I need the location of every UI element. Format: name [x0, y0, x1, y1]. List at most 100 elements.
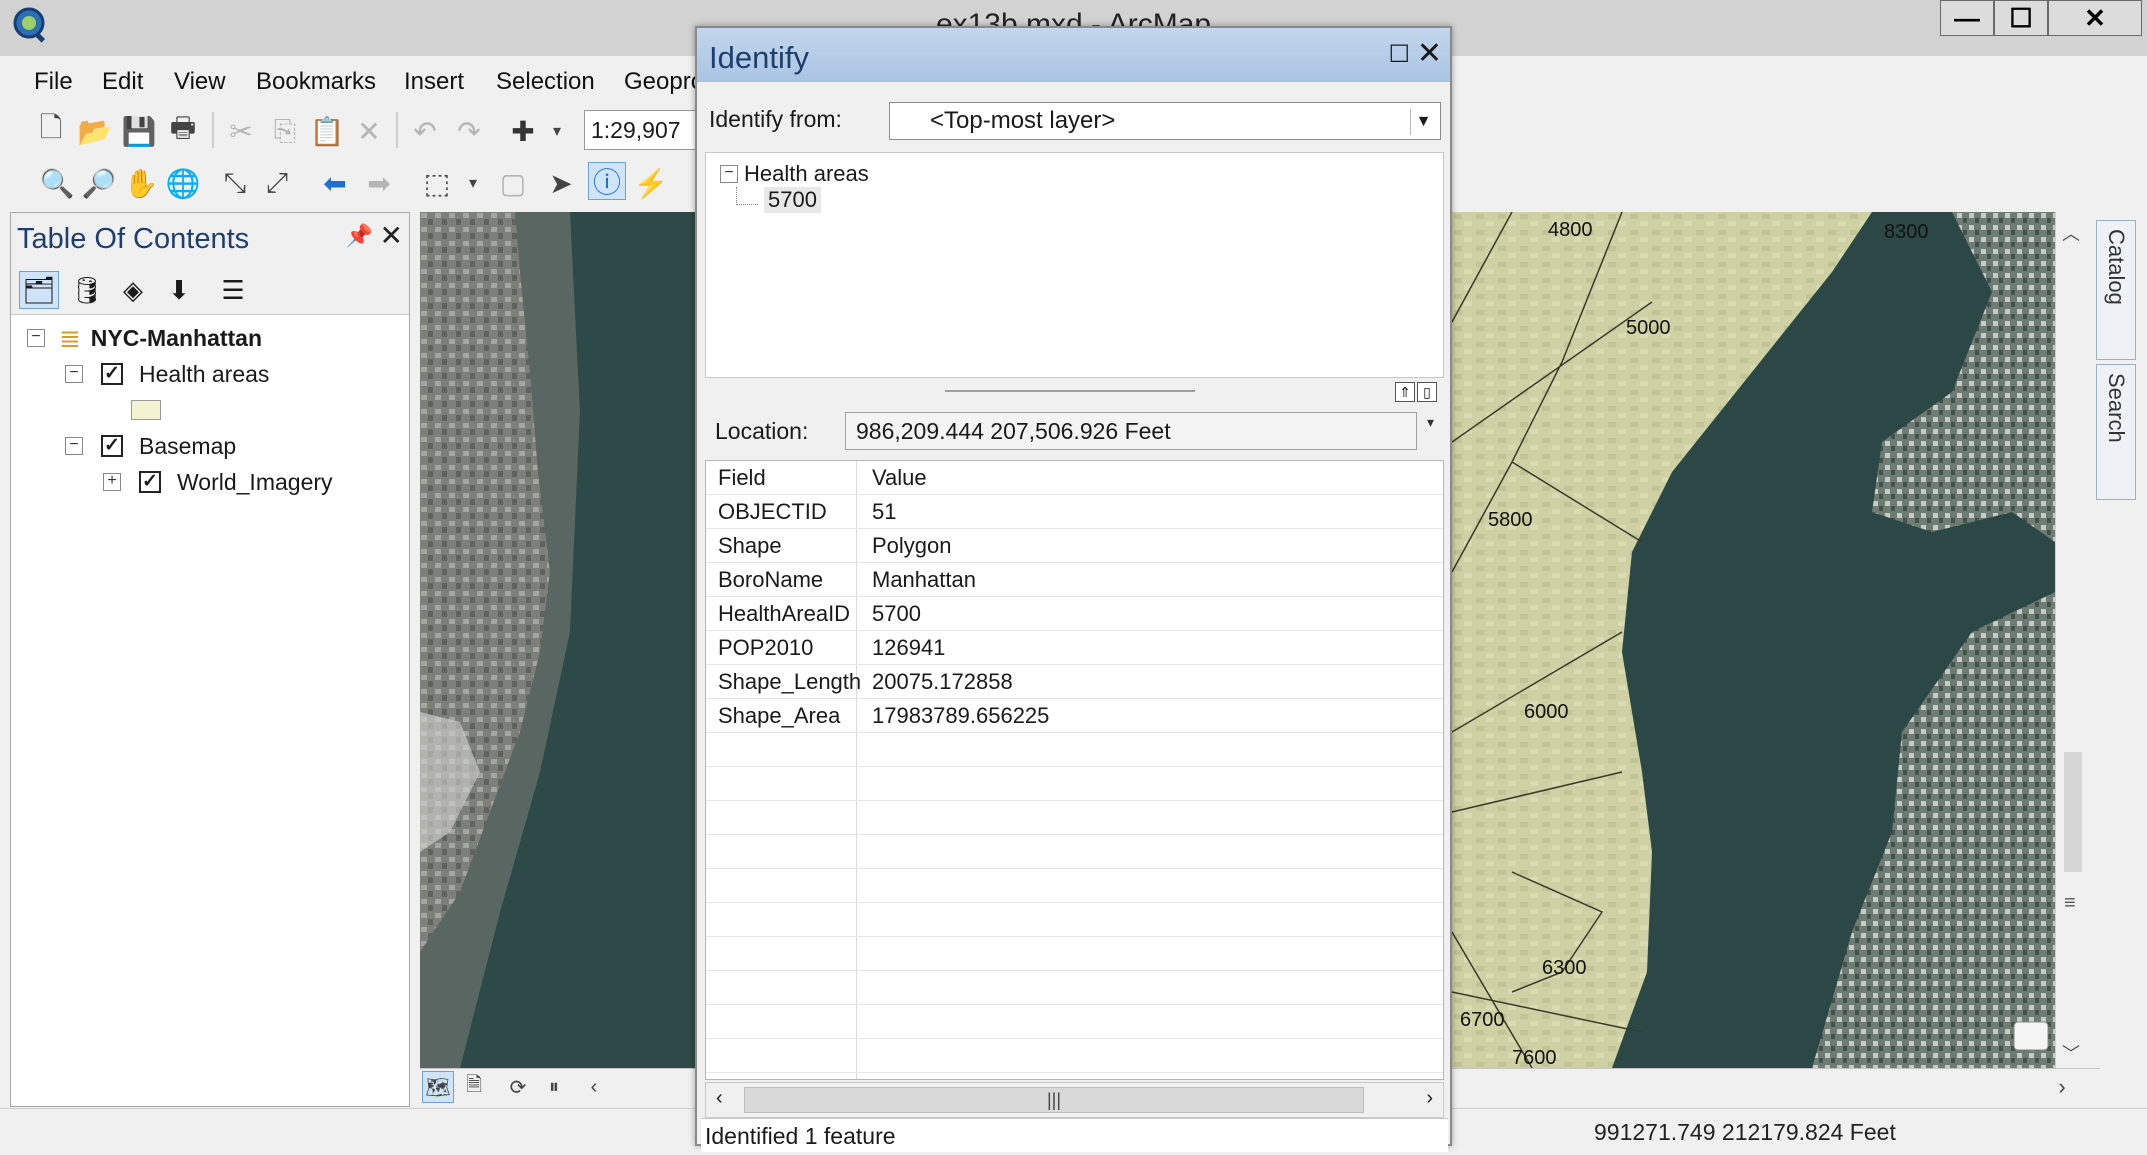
map-vertical-scrollbar[interactable]: ︿ ≡ ﹀ — [2055, 212, 2089, 1068]
close-icon[interactable]: ✕ — [380, 219, 403, 252]
pin-icon[interactable]: 📌 — [346, 223, 373, 249]
tree-row-layer[interactable]: − Health areas — [720, 161, 869, 187]
map-view-left[interactable] — [420, 212, 696, 1068]
cursor-coordinates: 991271.749 212179.824 Feet — [1594, 1119, 1896, 1145]
back-extent-icon[interactable]: ⬅ — [316, 164, 354, 202]
print-icon[interactable]: 🖶 — [164, 112, 202, 150]
identify-tool-icon[interactable]: ⓘ — [588, 162, 626, 200]
select-elements-arrow-icon[interactable]: ➤ — [542, 164, 580, 202]
collapse-icon[interactable]: − — [65, 437, 83, 455]
tree-row-dataframe[interactable]: − ≣ NYC-Manhattan — [27, 321, 262, 355]
identify-titlebar[interactable]: Identify ☐ ✕ — [697, 28, 1450, 82]
table-row[interactable]: HealthAreaID 5700 — [706, 597, 1443, 631]
header-value[interactable]: Value — [872, 465, 927, 491]
fixed-zoom-in-icon[interactable]: ⤡ — [216, 164, 254, 202]
paste-icon[interactable]: 📋 — [308, 112, 346, 150]
header-field[interactable]: Field — [718, 465, 766, 491]
pause-drawing-icon[interactable]: ⏸ — [538, 1071, 570, 1103]
table-row[interactable]: Shape Polygon — [706, 529, 1443, 563]
scroll-right-icon[interactable]: › — [1426, 1087, 1433, 1110]
list-by-selection-icon[interactable]: ⬇ — [159, 271, 199, 309]
map-scale-input[interactable]: 1:29,907 — [584, 110, 704, 150]
table-row[interactable]: Shape_Area 17983789.656225 — [706, 699, 1443, 733]
menu-geoprocessing[interactable]: Geopro — [624, 68, 704, 96]
delete-icon[interactable]: ✕ — [350, 112, 388, 150]
pane-splitter[interactable]: ⇑ ▯ — [705, 380, 1444, 404]
collapse-icon[interactable]: − — [27, 329, 45, 347]
layer-visibility-checkbox[interactable]: ✓ — [101, 363, 123, 385]
new-document-icon[interactable]: 🗋 — [32, 112, 70, 150]
refresh-icon[interactable]: ⟳ — [502, 1071, 534, 1103]
scroll-down-icon[interactable]: ﹀ — [2062, 1040, 2080, 1066]
table-row[interactable]: OBJECTID 51 — [706, 495, 1443, 529]
maximize-button[interactable]: ☐ — [1994, 0, 2048, 36]
redo-icon[interactable]: ↷ — [450, 112, 488, 150]
scroll-up-icon[interactable]: ︿ — [2062, 220, 2080, 246]
hyperlink-icon[interactable]: ⚡ — [632, 164, 670, 202]
cut-icon[interactable]: ✂ — [222, 112, 260, 150]
undo-icon[interactable]: ↶ — [406, 112, 444, 150]
expand-icon[interactable]: + — [103, 473, 121, 491]
identify-from-dropdown[interactable]: <Top-most layer> ▼ — [889, 102, 1441, 140]
search-tab[interactable]: Search — [2096, 364, 2136, 500]
forward-extent-icon[interactable]: ➡ — [360, 164, 398, 202]
collapse-icon[interactable]: − — [65, 365, 83, 383]
minimize-button[interactable]: — — [1940, 0, 1994, 36]
menu-bookmarks[interactable]: Bookmarks — [256, 68, 376, 96]
collapse-up-icon[interactable]: ⇑ — [1395, 382, 1415, 402]
table-row[interactable]: BoroName Manhattan — [706, 563, 1443, 597]
chevron-down-icon[interactable]: ▼ — [1410, 109, 1436, 135]
field-name: HealthAreaID — [718, 601, 851, 626]
map-view-right[interactable]: 4800 8300 5000 5800 6000 6300 6700 7600 — [1452, 212, 2055, 1068]
toc-options-icon[interactable]: ☰ — [213, 271, 253, 309]
tree-row-health-areas[interactable]: − ✓ Health areas — [65, 357, 269, 391]
layer-symbol-swatch[interactable] — [131, 400, 161, 420]
copy-icon[interactable]: ⎘ — [266, 112, 304, 150]
split-toggle-icon[interactable]: ▯ — [1417, 382, 1437, 402]
layer-visibility-checkbox[interactable]: ✓ — [101, 435, 123, 457]
menu-file[interactable]: File — [34, 68, 73, 96]
save-icon[interactable]: 💾 — [120, 112, 158, 150]
menu-view[interactable]: View — [174, 68, 226, 96]
tree-row-symbol[interactable] — [131, 393, 161, 427]
menu-insert[interactable]: Insert — [404, 68, 464, 96]
layer-visibility-checkbox[interactable]: ✓ — [139, 471, 161, 493]
list-by-source-icon[interactable]: 🛢 — [67, 271, 107, 309]
tree-row-basemap[interactable]: − ✓ Basemap — [65, 429, 236, 463]
health-areas-map: 4800 8300 5000 5800 6000 6300 6700 7600 — [1452, 212, 2055, 1068]
add-data-icon[interactable]: ✚ — [504, 112, 542, 150]
open-folder-icon[interactable]: 📂 — [76, 112, 114, 150]
select-features-icon[interactable]: ⬚ — [418, 164, 456, 202]
clear-selection-icon[interactable]: ▢ — [494, 164, 532, 202]
table-row[interactable]: POP2010 126941 — [706, 631, 1443, 665]
scroll-left-icon[interactable]: ‹ — [578, 1071, 610, 1103]
pan-hand-icon[interactable]: ✋ — [122, 164, 160, 202]
fixed-zoom-out-icon[interactable]: ⤢ — [258, 164, 296, 202]
table-horizontal-scrollbar[interactable]: ‹ ||| › — [705, 1082, 1444, 1118]
list-by-visibility-icon[interactable]: ◈ — [113, 271, 153, 309]
catalog-tab[interactable]: Catalog — [2096, 220, 2136, 360]
list-by-drawing-order-icon[interactable]: 🗂 — [19, 271, 59, 309]
tree-row-world-imagery[interactable]: + ✓ World_Imagery — [103, 465, 333, 499]
notification-icon[interactable] — [2013, 1021, 2049, 1051]
collapse-icon[interactable]: − — [720, 165, 738, 183]
close-icon[interactable]: ✕ — [1417, 36, 1442, 71]
scroll-left-icon[interactable]: ‹ — [716, 1087, 723, 1110]
zoom-out-icon[interactable]: 🔎 — [80, 164, 118, 202]
tree-feature-item[interactable]: 5700 — [764, 187, 821, 213]
menu-selection[interactable]: Selection — [496, 68, 595, 96]
zoom-in-icon[interactable]: 🔍 — [38, 164, 76, 202]
select-dropdown-icon[interactable]: ▾ — [454, 164, 492, 202]
full-extent-globe-icon[interactable]: 🌐 — [164, 164, 202, 202]
data-view-icon[interactable]: 🗺 — [422, 1071, 454, 1103]
location-menu-icon[interactable]: ▾ — [1427, 414, 1434, 431]
scrollbar-thumb[interactable] — [2064, 752, 2082, 872]
scroll-right-icon[interactable]: › — [2046, 1071, 2078, 1103]
menu-edit[interactable]: Edit — [102, 68, 143, 96]
scrollbar-thumb[interactable]: ||| — [744, 1087, 1364, 1113]
maximize-icon[interactable]: ☐ — [1388, 40, 1410, 69]
table-row[interactable]: Shape_Length 20075.172858 — [706, 665, 1443, 699]
add-data-dropdown-icon[interactable]: ▾ — [538, 112, 576, 150]
close-window-button[interactable]: ✕ — [2048, 0, 2142, 36]
layout-view-icon[interactable]: 🗎 — [458, 1071, 490, 1103]
